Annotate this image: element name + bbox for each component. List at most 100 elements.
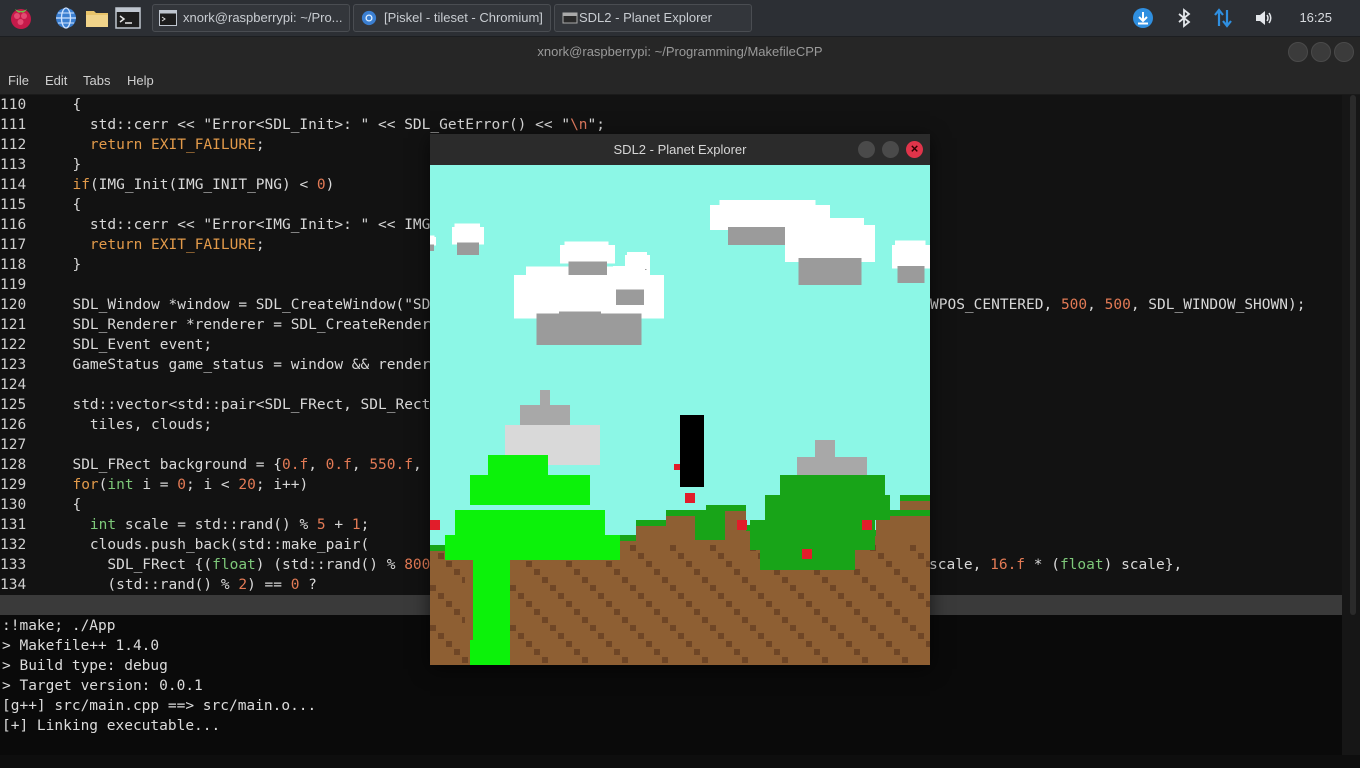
terminal-title: xnork@raspberrypi: ~/Programming/Makefil… (0, 37, 1360, 67)
dirt-texture (870, 585, 876, 591)
menu-file[interactable]: File (8, 67, 29, 94)
close-button[interactable] (1334, 42, 1354, 62)
dirt-texture (518, 633, 524, 639)
cloud-shadow (559, 311, 601, 325)
dirt-texture (862, 617, 868, 623)
menu-edit[interactable]: Edit (45, 67, 67, 94)
dirt-texture (886, 641, 892, 647)
dirt-texture (710, 625, 716, 631)
code-line: 127 (0, 435, 55, 455)
dirt-texture (726, 561, 732, 567)
dirt-texture (574, 649, 580, 655)
dirt-texture (734, 609, 740, 615)
player-sprite (680, 415, 704, 487)
dirt-texture (534, 649, 540, 655)
terminal-icon[interactable] (115, 5, 141, 31)
output-line: [g++] src/main.cpp ==> src/main.o... (2, 698, 317, 714)
dirt-texture (582, 617, 588, 623)
cloud (560, 245, 615, 264)
code-line: 114 if(IMG_Init(IMG_INIT_PNG) < 0) (0, 177, 335, 193)
dirt-texture (574, 569, 580, 575)
terminal-icon (159, 10, 177, 26)
dirt-texture (702, 617, 708, 623)
dirt-texture (878, 593, 884, 599)
dirt-texture (838, 593, 844, 599)
output-line: :!make; ./App (2, 618, 116, 634)
line-number: 124 (0, 377, 27, 393)
dirt-texture (726, 601, 732, 607)
dirt-texture (886, 561, 892, 567)
line-number: 114 (0, 177, 27, 193)
dirt-texture (678, 553, 684, 559)
window-icon (562, 12, 578, 24)
file-manager-icon[interactable] (84, 5, 110, 31)
line-number: 129 (0, 477, 27, 493)
line-number: 115 (0, 197, 27, 213)
dirt-texture (750, 585, 756, 591)
trunk-shadow (465, 560, 473, 640)
output-line: > Target version: 0.0.1 (2, 678, 203, 694)
dirt-texture (534, 569, 540, 575)
dirt-texture (910, 625, 916, 631)
dirt-texture (558, 593, 564, 599)
scrollbar-thumb[interactable] (1350, 95, 1356, 615)
task-button-sdl[interactable]: SDL2 - Planet Explorer (554, 4, 752, 32)
code-line: 122 SDL_Event event; (0, 337, 213, 353)
dirt-texture (646, 561, 652, 567)
dirt-texture (662, 617, 668, 623)
dirt-texture (526, 601, 532, 607)
chromium-icon (361, 10, 377, 26)
dirt-texture (830, 625, 836, 631)
game-canvas[interactable] (430, 165, 930, 665)
game-minimize-button[interactable] (858, 141, 875, 158)
dirt-texture (798, 593, 804, 599)
dirt-texture (782, 657, 788, 663)
dirt-texture (622, 657, 628, 663)
line-number: 134 (0, 577, 27, 593)
dirt-texture (526, 561, 532, 567)
menu-tabs[interactable]: Tabs (83, 67, 110, 94)
code-line: 128 SDL_FRect background = {0.f, 0.f, 55… (0, 457, 439, 473)
terminal-menubar: File Edit Tabs Help (0, 67, 1360, 95)
menu-help[interactable]: Help (127, 67, 154, 94)
dirt-texture (870, 625, 876, 631)
dirt-texture (454, 649, 460, 655)
dirt-texture (894, 609, 900, 615)
bluetooth-icon[interactable] (1173, 7, 1195, 29)
game-close-button[interactable]: × (906, 141, 923, 158)
dirt-texture (926, 561, 930, 567)
dirt-texture (782, 617, 788, 623)
dirt-texture (854, 609, 860, 615)
minimize-button[interactable] (1288, 42, 1308, 62)
game-maximize-button[interactable] (882, 141, 899, 158)
dirt-texture (670, 585, 676, 591)
dirt-texture (694, 649, 700, 655)
flower (430, 520, 440, 530)
close-icon: × (910, 141, 919, 156)
dirt-texture (510, 585, 516, 591)
cloud (895, 240, 926, 249)
code-line: 116 std::cerr << "Error<IMG_Init>: " << … (0, 217, 440, 233)
globe-browser-icon[interactable] (53, 5, 79, 31)
line-number: 118 (0, 257, 27, 273)
raspberry-menu-icon[interactable] (8, 5, 34, 31)
game-titlebar[interactable]: SDL2 - Planet Explorer × (430, 134, 930, 165)
dirt-texture (438, 593, 444, 599)
task-button-chromium[interactable]: [Piskel - tileset - Chromium] (353, 4, 551, 32)
task-button-terminal[interactable]: xnork@raspberrypi: ~/Pro... (152, 4, 350, 32)
download-icon[interactable] (1132, 7, 1154, 29)
line-number: 132 (0, 537, 27, 553)
dirt-texture (878, 633, 884, 639)
code-line: 130 { (0, 497, 82, 513)
line-number: 116 (0, 217, 27, 233)
network-icon[interactable] (1212, 7, 1234, 29)
dirt-texture (662, 657, 668, 663)
maximize-button[interactable] (1311, 42, 1331, 62)
dirt-texture (726, 641, 732, 647)
line-number: 110 (0, 97, 27, 113)
volume-icon[interactable] (1253, 7, 1275, 29)
clock[interactable]: 16:25 (1299, 0, 1332, 36)
game-window[interactable]: SDL2 - Planet Explorer × (430, 134, 930, 665)
game-title: SDL2 - Planet Explorer (613, 142, 747, 157)
dirt-texture (646, 601, 652, 607)
